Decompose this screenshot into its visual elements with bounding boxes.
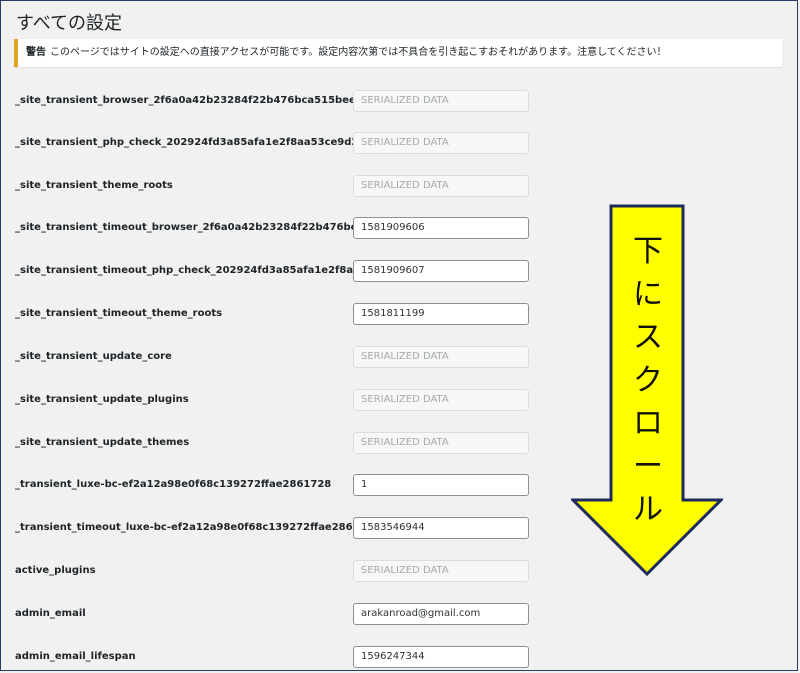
- option-row: admin_email arakanroad@gmail.com: [0, 603, 800, 625]
- warning-notice: 警告 このページではサイトの設定への直接アクセスが可能です。設定内容次第では不具合…: [14, 39, 782, 67]
- option-row: admin_email_lifespan 1596247344: [0, 646, 800, 668]
- option-value-disabled: SERIALIZED DATA: [353, 389, 529, 411]
- option-value-disabled: SERIALIZED DATA: [353, 346, 529, 368]
- annotation-char: ロ: [633, 406, 663, 441]
- option-name: _transient_timeout_luxe-bc-ef2a12a98e0f6…: [15, 522, 381, 533]
- option-row: _site_transient_php_check_202924fd3a85af…: [0, 132, 800, 154]
- option-name: active_plugins: [15, 565, 96, 576]
- annotation-char: ル: [633, 492, 663, 527]
- option-value-disabled: SERIALIZED DATA: [353, 432, 529, 454]
- option-value-disabled: SERIALIZED DATA: [353, 132, 529, 154]
- option-value-disabled: SERIALIZED DATA: [353, 175, 529, 197]
- annotation-char: ー: [633, 449, 663, 484]
- option-name: _site_transient_update_themes: [15, 437, 190, 448]
- annotation-char: ス: [633, 320, 663, 355]
- annotation-char: 下: [633, 234, 663, 269]
- option-name: admin_email: [15, 608, 86, 619]
- option-name: _site_transient_timeout_theme_roots: [15, 308, 223, 319]
- notice-label: 警告: [26, 47, 46, 58]
- option-name: admin_email_lifespan: [15, 651, 136, 662]
- option-row: _site_transient_browser_2f6a0a42b23284f2…: [0, 90, 800, 112]
- option-value-input[interactable]: arakanroad@gmail.com: [353, 603, 529, 625]
- option-value-disabled: SERIALIZED DATA: [353, 90, 529, 112]
- option-value-input[interactable]: 1581909607: [353, 260, 529, 282]
- option-name: _transient_luxe-bc-ef2a12a98e0f68c139272…: [15, 479, 332, 490]
- option-name: _site_transient_update_plugins: [15, 394, 189, 405]
- option-row: _site_transient_theme_roots SERIALIZED DA…: [0, 175, 800, 197]
- annotation-char: ク: [633, 363, 663, 398]
- notice-text: このページではサイトの設定への直接アクセスが可能です。設定内容次第では不具合を引…: [50, 47, 667, 58]
- option-name: _site_transient_php_check_202924fd3a85af…: [15, 137, 379, 148]
- option-value-input[interactable]: 1581909606: [353, 217, 529, 239]
- option-name: _site_transient_update_core: [15, 351, 172, 362]
- page-title: すべての設定: [16, 13, 123, 34]
- option-value-input[interactable]: 1: [353, 474, 529, 496]
- option-value-input[interactable]: 1581811199: [353, 303, 529, 325]
- option-name: _site_transient_browser_2f6a0a42b23284f2…: [15, 95, 370, 106]
- annotation-char: に: [633, 277, 663, 312]
- scroll-down-annotation: 下にスクロール: [620, 230, 676, 531]
- option-value-disabled: SERIALIZED DATA: [353, 560, 529, 582]
- option-value-input[interactable]: 1596247344: [353, 646, 529, 668]
- option-value-input[interactable]: 1583546944: [353, 517, 529, 539]
- option-name: _site_transient_theme_roots: [15, 180, 173, 191]
